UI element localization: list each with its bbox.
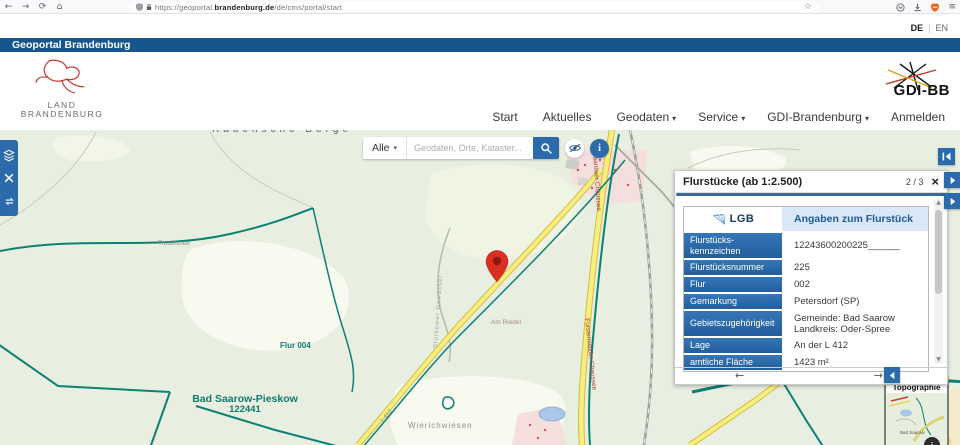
row-value-nummer: 225 xyxy=(782,260,928,275)
row-label-gemarkung: Gemarkung xyxy=(684,294,782,309)
language-switcher: DE | EN xyxy=(911,23,948,33)
info-icon: i xyxy=(598,143,601,154)
gdi-bb-logo[interactable]: GDI-BB xyxy=(874,60,950,104)
main-navigation: Start Aktuelles Geodaten▾ Service▾ GDI-B… xyxy=(492,110,948,124)
browser-reload-button[interactable]: ⟳ xyxy=(34,2,51,12)
info-button[interactable]: i xyxy=(590,139,609,158)
nav-anmelden[interactable]: Anmelden xyxy=(891,110,948,124)
arrow-right-icon xyxy=(948,176,957,185)
row-label-nummer: Flurstücksnummer xyxy=(684,260,782,275)
flurstueck-panel: Flurstücke (ab 1:2.500) 2 / 3 × LGB Anga… xyxy=(674,170,948,385)
hide-layers-button[interactable] xyxy=(565,139,584,158)
row-value-gebiet: Gemeinde: Bad Saarow Landkreis: Oder-Spr… xyxy=(782,311,928,336)
tools-icon xyxy=(3,172,15,184)
search-button[interactable] xyxy=(533,137,559,159)
nav-aktuelles[interactable]: Aktuelles xyxy=(543,110,595,124)
row-label-lage: Lage xyxy=(684,338,782,353)
refresh-button[interactable] xyxy=(1,193,17,209)
chevron-down-icon: ▾ xyxy=(741,114,745,123)
result-pager: 2 / 3 xyxy=(906,177,924,187)
portal-title-bar: Geoportal Brandenburg xyxy=(0,38,960,52)
chevron-down-icon: ▾ xyxy=(672,114,676,123)
lgb-logo: LGB xyxy=(684,207,782,231)
row-label-kennzeichen: Flurstücks- kennzeichen xyxy=(684,233,782,258)
nav-gdi-brandenburg[interactable]: GDI-Brandenburg▾ xyxy=(767,110,869,124)
tools-button[interactable] xyxy=(1,170,17,186)
lgb-text: LGB xyxy=(730,213,755,225)
panel-scrollbar[interactable]: ▲ ▼ xyxy=(934,198,943,364)
basemap-preview-image xyxy=(886,393,947,445)
download-icon[interactable] xyxy=(913,3,922,12)
basemap-switcher[interactable]: Topographie Bad Saarow i xyxy=(884,380,949,445)
map-tools-sidebar xyxy=(0,140,18,216)
bookmark-star-icon[interactable]: ☆ xyxy=(804,2,812,12)
nav-geodaten[interactable]: Geodaten▾ xyxy=(616,110,676,124)
table-header: Angaben zum Flurstück xyxy=(782,207,928,231)
chevron-down-icon: ▾ xyxy=(394,144,398,152)
nav-service[interactable]: Service▾ xyxy=(698,110,745,124)
site-header: LAND BRANDENBURG GDI-BB Start Aktuelles … xyxy=(0,52,960,130)
edge-tool-button-1[interactable] xyxy=(944,172,960,188)
shield-icon[interactable] xyxy=(136,3,143,11)
browser-toolbar: ← → ⟳ ⌂ https://geoportal.brandenburg.de… xyxy=(0,0,960,14)
basemap-preview: Bad Saarow i xyxy=(886,393,947,445)
language-row: DE | EN xyxy=(0,14,960,38)
lgb-icon xyxy=(712,212,728,227)
map-search-bar: Alle ▾ i xyxy=(363,137,609,159)
panel-title: Flurstücke (ab 1:2.500) xyxy=(683,176,906,188)
browser-menu-icon[interactable]: ≡ xyxy=(948,2,956,12)
address-bar[interactable]: https://geoportal.brandenburg.de/de/cms/… xyxy=(130,2,820,12)
refresh-icon xyxy=(3,195,16,208)
skip-start-icon xyxy=(941,151,952,162)
chevron-down-icon: ▾ xyxy=(865,114,869,123)
portal-title: Geoportal Brandenburg xyxy=(12,39,130,51)
panel-body: LGB Angaben zum Flurstück Flurstücks- ke… xyxy=(675,196,947,367)
row-value-gemarkung: Petersdorf (SP) xyxy=(782,294,928,309)
search-input[interactable] xyxy=(407,137,533,159)
lang-de[interactable]: DE xyxy=(911,23,924,33)
row-value-kennzeichen: 12243600200225______ xyxy=(782,233,928,258)
pocket-icon[interactable] xyxy=(896,3,905,12)
url-text: https://geoportal.brandenburg.de/de/cms/… xyxy=(155,3,342,12)
browser-back-button[interactable]: ← xyxy=(0,2,17,12)
scroll-up-icon[interactable]: ▲ xyxy=(934,199,943,206)
lock-icon xyxy=(146,3,152,11)
eye-slash-icon xyxy=(568,143,582,153)
arrow-left-icon xyxy=(888,371,897,380)
row-value-lage: An der L 412 xyxy=(782,338,928,353)
panel-back-button[interactable] xyxy=(884,367,900,383)
previous-result-button[interactable]: ← xyxy=(735,369,744,382)
map-pond xyxy=(539,407,565,421)
firefox-extension-icon[interactable] xyxy=(930,3,940,12)
lang-separator: | xyxy=(928,23,930,33)
gdi-logo-text: GDI-BB xyxy=(894,82,950,99)
nav-start[interactable]: Start xyxy=(492,110,520,124)
browser-home-button[interactable]: ⌂ xyxy=(51,2,68,12)
row-label-gebiet: Gebietszugehörigkeit xyxy=(684,311,782,336)
panel-footer: ← → xyxy=(675,367,947,385)
search-filter-dropdown[interactable]: Alle ▾ xyxy=(363,137,407,159)
lang-en[interactable]: EN xyxy=(935,23,948,33)
scrollbar-thumb[interactable] xyxy=(935,210,942,294)
scroll-down-icon[interactable]: ▼ xyxy=(934,356,943,363)
land-logo-line2: BRANDENBURG xyxy=(14,110,110,119)
row-label-flur: Flur xyxy=(684,277,782,292)
search-icon xyxy=(540,142,553,155)
land-brandenburg-logo[interactable]: LAND BRANDENBURG xyxy=(14,56,110,119)
next-result-button[interactable]: → xyxy=(874,369,883,382)
browser-forward-button[interactable]: → xyxy=(17,2,34,12)
collapse-panel-button[interactable] xyxy=(938,148,955,165)
eagle-icon xyxy=(16,56,108,96)
flurstueck-table: LGB Angaben zum Flurstück Flurstücks- ke… xyxy=(683,206,929,372)
edge-tool-button-2[interactable] xyxy=(944,193,960,209)
arrow-right-icon xyxy=(948,197,957,206)
basemap-place-label: Bad Saarow xyxy=(900,430,925,435)
layers-icon xyxy=(2,148,16,162)
layers-button[interactable] xyxy=(1,147,17,163)
panel-header: Flurstücke (ab 1:2.500) 2 / 3 × xyxy=(675,171,947,193)
close-icon[interactable]: × xyxy=(931,177,939,187)
row-value-flur: 002 xyxy=(782,277,928,292)
